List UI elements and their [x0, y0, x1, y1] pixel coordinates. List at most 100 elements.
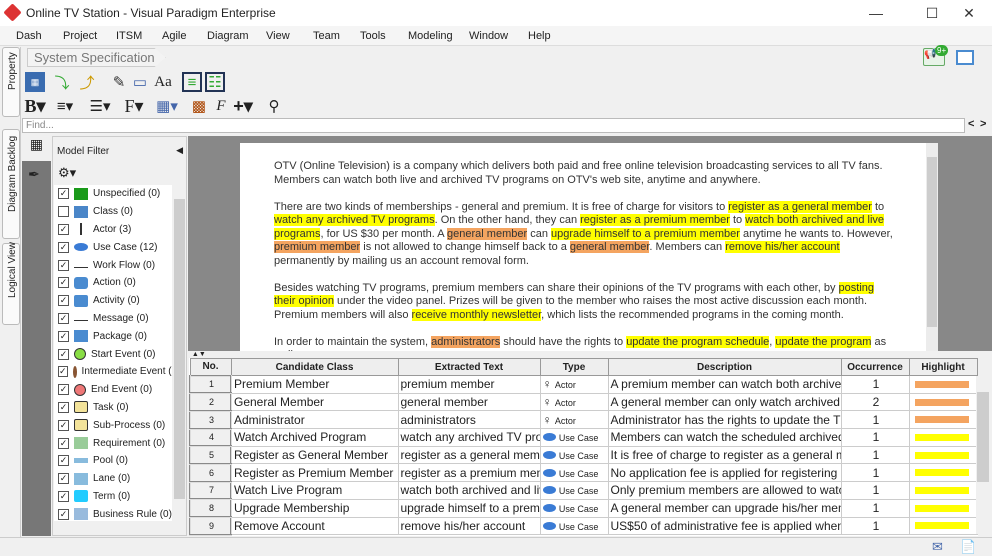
color-icon[interactable]: ▩ — [189, 96, 209, 116]
highlight-cell[interactable] — [908, 498, 978, 518]
filter-item[interactable]: ✓ Start Event (0) — [54, 345, 172, 363]
column-header[interactable]: Extracted Text — [397, 358, 541, 376]
tab-logical-view[interactable]: Logical View — [2, 242, 20, 325]
checkbox[interactable]: ✓ — [58, 277, 69, 289]
filter-item[interactable]: ✓ Action (0) — [54, 274, 172, 292]
filter-item[interactable]: ✓ Task (0) — [54, 399, 172, 417]
extracted-text-cell[interactable]: register as a general member — [397, 445, 541, 465]
mail-icon[interactable]: ✉ — [932, 539, 943, 555]
table-row[interactable]: 9 Remove Account remove his/her account … — [189, 516, 978, 536]
extracted-text-cell[interactable]: upgrade himself to a premium — [397, 498, 541, 518]
table-row[interactable]: 8 Upgrade Membership upgrade himself to … — [189, 498, 978, 518]
filter-item[interactable]: ✓ Use Case (12) — [54, 238, 172, 256]
type-cell[interactable]: Use Case — [539, 498, 609, 518]
checkbox[interactable]: ✓ — [58, 419, 69, 431]
column-header[interactable]: Description — [607, 358, 842, 376]
checkbox[interactable] — [58, 206, 69, 218]
menu-project[interactable]: Project — [63, 30, 97, 42]
tab-diagram-backlog[interactable]: Diagram Backlog — [2, 129, 20, 239]
table-icon[interactable]: ▦▾ — [156, 96, 178, 116]
highlight-cell[interactable] — [908, 481, 978, 500]
close-button[interactable]: ✕ — [946, 0, 992, 26]
filter-item[interactable]: ✓ Work Flow (0) — [54, 256, 172, 274]
align-icon[interactable]: ≡▾ — [55, 96, 75, 116]
candidate-class-cell[interactable]: Remove Account — [230, 516, 399, 536]
checkbox[interactable]: ✓ — [58, 508, 69, 520]
row-number[interactable]: 8 — [189, 498, 232, 518]
menu-modeling[interactable]: Modeling — [408, 30, 453, 42]
description-cell[interactable]: No application fee is applied for regist… — [607, 463, 842, 483]
bold-icon[interactable]: B▾ — [24, 96, 45, 116]
checkbox[interactable]: ✓ — [58, 223, 69, 235]
export-icon[interactable]: ⤴ — [77, 72, 97, 92]
candidate-class-cell[interactable]: General Member — [230, 392, 399, 412]
breadcrumb[interactable]: System Specification — [27, 48, 166, 67]
highlight-cell[interactable] — [908, 428, 978, 447]
document-icon[interactable]: ▦ — [25, 72, 45, 92]
extracted-text-cell[interactable]: general member — [397, 392, 541, 412]
checkbox[interactable]: ✓ — [58, 241, 69, 253]
row-number[interactable]: 5 — [189, 445, 232, 465]
description-cell[interactable]: Members can watch the scheduled archived — [607, 428, 842, 447]
pen-icon[interactable]: ✒ — [28, 166, 40, 183]
description-cell[interactable]: US$50 of administrative fee is applied w… — [607, 516, 842, 536]
checkbox[interactable]: ✓ — [58, 437, 69, 449]
minimize-button[interactable]: — — [853, 0, 899, 26]
filter-item[interactable]: Class (0) — [54, 203, 172, 221]
column-header[interactable]: Candidate Class — [230, 358, 399, 376]
text-field-icon[interactable]: ▭ — [130, 72, 150, 92]
checkbox[interactable]: ✓ — [58, 366, 68, 378]
menu-view[interactable]: View — [266, 30, 290, 42]
extracted-text-cell[interactable]: administrators — [397, 410, 541, 430]
table-row[interactable]: 3 Administrator administrators ♀ Actor A… — [189, 409, 978, 430]
find-prev-button[interactable]: < — [968, 118, 974, 130]
menu-itsm[interactable]: ITSM — [116, 30, 142, 42]
description-cell[interactable]: Only premium members are allowed to watc… — [607, 481, 842, 500]
candidate-class-cell[interactable]: Watch Live Program — [230, 481, 399, 500]
checkbox[interactable]: ✓ — [58, 401, 69, 413]
type-cell[interactable]: Use Case — [539, 428, 609, 447]
checkbox[interactable]: ✓ — [58, 312, 69, 324]
candidate-class-cell[interactable]: Watch Archived Program — [230, 428, 399, 447]
table-row[interactable]: 6 Register as Premium Member register as… — [189, 462, 978, 483]
collapse-icon[interactable]: ◀ — [176, 145, 183, 156]
candidate-class-cell[interactable]: Register as Premium Member — [230, 463, 399, 483]
description-cell[interactable]: A premium member can watch both archived — [607, 375, 842, 394]
table-row[interactable]: 4 Watch Archived Program watch any archi… — [189, 427, 978, 448]
diagram-icon[interactable]: ≡ — [182, 72, 202, 92]
highlight-cell[interactable] — [908, 445, 978, 465]
type-cell[interactable]: ♀ Actor — [539, 375, 609, 394]
menu-help[interactable]: Help — [528, 30, 551, 42]
document-scrollbar[interactable] — [926, 143, 938, 353]
filter-item[interactable]: ✓ Sub-Process (0) — [54, 416, 172, 434]
highlight-cell[interactable] — [908, 392, 978, 412]
type-cell[interactable]: Use Case — [539, 463, 609, 483]
candidate-class-cell[interactable]: Register as General Member — [230, 445, 399, 465]
checkbox[interactable]: ✓ — [58, 348, 69, 360]
type-cell[interactable]: ♀ Actor — [539, 392, 609, 412]
format-icon[interactable]: F▾ — [124, 96, 144, 116]
diagram-layout-icon[interactable]: ☷ — [205, 72, 225, 92]
filter-scrollbar[interactable] — [173, 185, 186, 521]
menu-agile[interactable]: Agile — [162, 30, 186, 42]
gear-icon[interactable]: ⚙▾ — [58, 165, 76, 181]
column-header[interactable]: Type — [539, 358, 609, 376]
filter-item[interactable]: ✓ Message (0) — [54, 310, 172, 328]
splitter[interactable]: ▲▼ — [188, 351, 992, 358]
column-header[interactable]: Occurrence — [840, 358, 910, 376]
checkbox[interactable]: ✓ — [58, 330, 69, 342]
row-number[interactable]: 4 — [189, 427, 232, 448]
extracted-text-cell[interactable]: watch any archived TV programs — [397, 428, 541, 447]
description-cell[interactable]: A general member can upgrade his/her mem — [607, 498, 842, 518]
description-cell[interactable]: A general member can only watch archived — [607, 392, 842, 412]
extracted-text-cell[interactable]: register as a premium member — [397, 463, 541, 483]
type-cell[interactable]: Use Case — [539, 516, 609, 536]
find-input[interactable]: Find... — [22, 118, 965, 133]
menu-window[interactable]: Window — [469, 30, 508, 42]
menu-diagram[interactable]: Diagram — [207, 30, 249, 42]
row-number[interactable]: 3 — [189, 409, 232, 430]
checkbox[interactable]: ✓ — [58, 490, 69, 502]
find-next-button[interactable]: > — [980, 118, 986, 130]
checkbox[interactable]: ✓ — [58, 455, 69, 467]
binoculars-icon[interactable]: ⚲ — [264, 96, 284, 116]
